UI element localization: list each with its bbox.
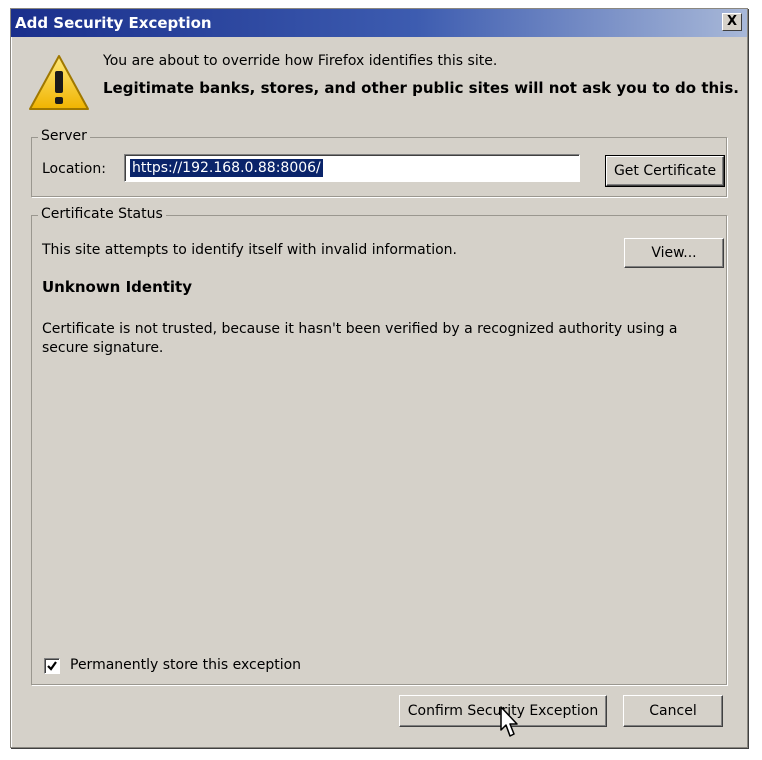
- view-button[interactable]: View...: [624, 238, 724, 268]
- permanent-checkbox[interactable]: [44, 658, 60, 674]
- override-message: You are about to override how Firefox id…: [103, 53, 498, 69]
- checkmark-icon: [47, 661, 57, 671]
- permanent-checkbox-label[interactable]: Permanently store this exception: [70, 657, 301, 673]
- certificate-description: Certificate is not trusted, because it h…: [42, 321, 678, 356]
- server-group: Server Location: https://192.168.0.88:80…: [31, 128, 727, 197]
- add-security-exception-dialog: Add Security Exception X You are about t…: [10, 8, 748, 748]
- certificate-status-group: Certificate Status This site attempts to…: [31, 206, 727, 685]
- close-button[interactable]: X: [722, 13, 742, 31]
- warning-message: Legitimate banks, stores, and other publ…: [103, 79, 739, 97]
- dialog-title: Add Security Exception: [15, 14, 212, 32]
- location-label: Location:: [42, 161, 106, 177]
- get-certificate-button[interactable]: Get Certificate: [605, 155, 725, 187]
- location-input[interactable]: https://192.168.0.88:8006/: [124, 154, 580, 182]
- cancel-button[interactable]: Cancel: [623, 695, 723, 727]
- location-value: https://192.168.0.88:8006/: [130, 159, 323, 177]
- status-line: This site attempts to identify itself wi…: [42, 242, 457, 258]
- identity-heading: Unknown Identity: [42, 278, 193, 296]
- mouse-pointer-icon: [500, 706, 518, 737]
- server-legend: Server: [38, 128, 90, 144]
- certificate-status-legend: Certificate Status: [38, 206, 166, 222]
- warning-icon: [27, 53, 91, 113]
- title-bar[interactable]: Add Security Exception X: [11, 9, 747, 37]
